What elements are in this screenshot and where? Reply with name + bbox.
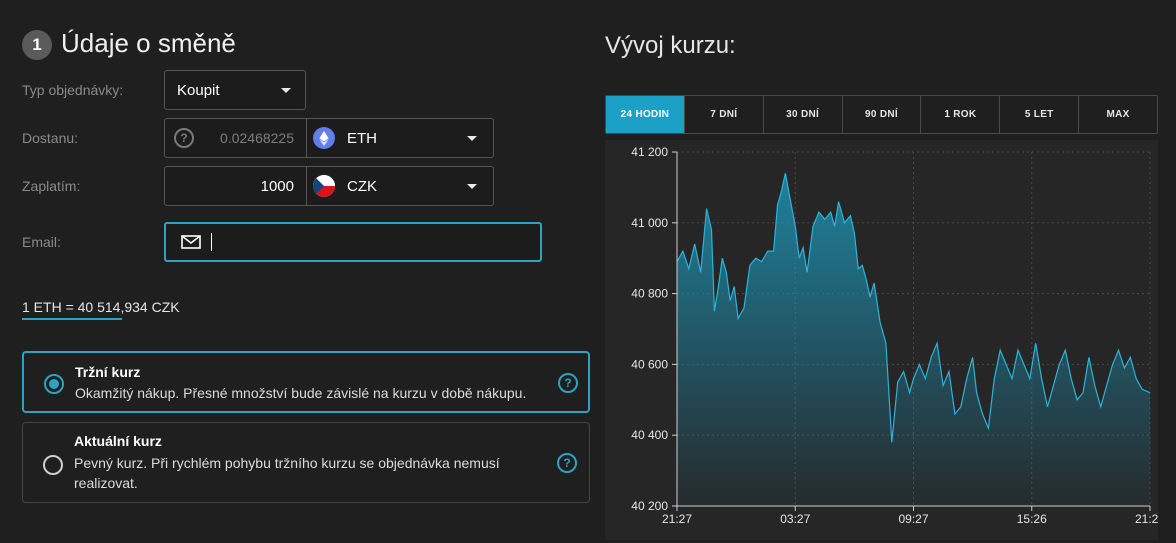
y-tick-label: 40 200 — [631, 499, 668, 513]
exchange-rate-underline — [22, 318, 122, 320]
tab-24h[interactable]: 24 HODIN — [606, 96, 685, 133]
step-number-badge: 1 — [22, 30, 52, 60]
pay-currency-select[interactable]: CZK — [307, 167, 493, 205]
x-tick-label: 09:27 — [898, 512, 928, 526]
mail-icon — [181, 235, 201, 249]
help-icon[interactable]: ? — [557, 453, 577, 473]
tab-1y[interactable]: 1 ROK — [921, 96, 1001, 133]
chart-title: Vývoj kurzu: — [605, 32, 736, 59]
chevron-down-icon — [467, 135, 477, 141]
pay-field[interactable]: 1000 CZK — [164, 166, 494, 206]
order-type-label: Typ objednávky: — [22, 82, 124, 98]
tab-7d[interactable]: 7 DNÍ — [685, 96, 764, 133]
tab-max[interactable]: MAX — [1079, 96, 1157, 133]
czech-flag-icon — [313, 175, 335, 197]
pay-label: Zaplatím: — [22, 178, 81, 194]
radio-current-rate[interactable] — [43, 455, 63, 475]
price-chart: 41 200 41 000 40 800 40 600 40 400 40 200 21:2… — [605, 140, 1158, 540]
receive-label: Dostanu: — [22, 130, 79, 146]
receive-field[interactable]: ? 0.02468225 ETH — [164, 118, 494, 158]
form-title: Údaje o směně — [61, 28, 236, 58]
y-tick-label: 40 800 — [631, 287, 668, 301]
y-tick-label: 41 000 — [631, 216, 668, 230]
radio-market-rate[interactable] — [44, 374, 64, 394]
receive-amount-value: 0.02468225 — [220, 130, 294, 146]
option-description: Pevný kurz. Při rychlém pohybu tržního k… — [74, 455, 500, 491]
text-cursor — [211, 233, 212, 251]
x-tick-label: 21:26 — [1135, 512, 1158, 526]
receive-currency-select[interactable]: ETH — [307, 119, 493, 157]
pay-amount-input[interactable]: 1000 — [165, 167, 307, 205]
tab-90d[interactable]: 90 DNÍ — [843, 96, 922, 133]
chevron-down-icon — [281, 87, 291, 93]
option-title: Aktuální kurz — [74, 433, 162, 449]
chevron-down-icon — [467, 183, 477, 189]
y-tick-label: 40 600 — [631, 357, 668, 371]
option-title: Tržní kurz — [75, 364, 141, 380]
receive-currency-code: ETH — [347, 129, 377, 147]
tab-30d[interactable]: 30 DNÍ — [764, 96, 843, 133]
option-market-rate[interactable]: Tržní kurz Okamžitý nákup. Přesné množst… — [22, 351, 590, 413]
help-icon[interactable]: ? — [558, 373, 578, 393]
help-icon[interactable]: ? — [174, 128, 194, 148]
x-tick-label: 21:27 — [662, 512, 692, 526]
ethereum-icon — [313, 127, 335, 149]
x-tick-label: 03:27 — [780, 512, 810, 526]
pay-amount-value: 1000 — [260, 177, 294, 195]
y-tick-label: 40 400 — [631, 428, 668, 442]
pay-currency-code: CZK — [347, 177, 377, 195]
email-input[interactable] — [164, 222, 542, 262]
period-tabs: 24 HODIN 7 DNÍ 30 DNÍ 90 DNÍ 1 ROK 5 LET… — [605, 95, 1158, 134]
tab-5y[interactable]: 5 LET — [1000, 96, 1080, 133]
price-chart-svg: 41 20041 00040 80040 60040 40040 20021:2… — [631, 145, 1158, 526]
email-label: Email: — [22, 234, 61, 250]
option-current-rate[interactable]: Aktuální kurz Pevný kurz. Při rychlém po… — [22, 422, 590, 503]
order-type-value: Koupit — [177, 81, 220, 99]
x-tick-label: 15:26 — [1017, 512, 1047, 526]
receive-amount-part[interactable]: ? 0.02468225 — [165, 119, 307, 157]
option-description: Okamžitý nákup. Přesné množství bude záv… — [75, 385, 527, 401]
y-tick-label: 41 200 — [631, 145, 668, 159]
order-type-select[interactable]: Koupit — [164, 70, 306, 110]
exchange-rate-text: 1 ETH = 40 514,934 CZK — [22, 299, 180, 315]
